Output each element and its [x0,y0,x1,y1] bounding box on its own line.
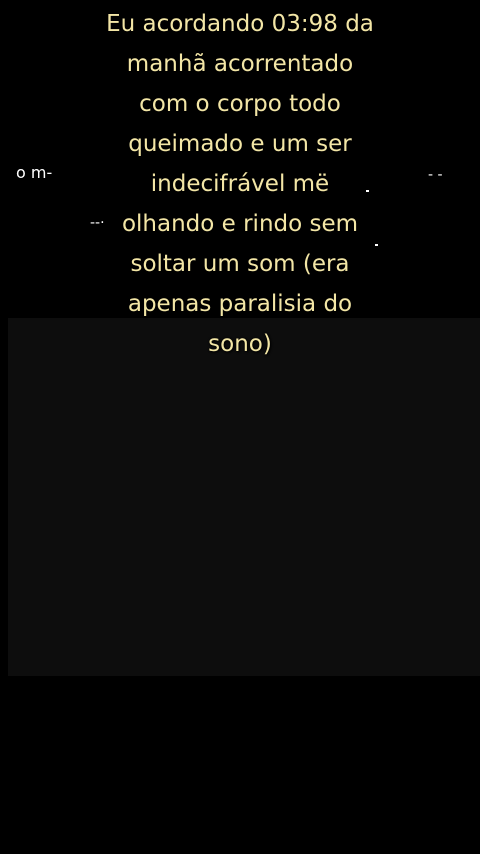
video-frame: o m‑ ‑ ‑ ‑‑· Eu acordando 03:98 da manhã… [0,0,480,854]
caption-line: manhã acorrentado [126,51,354,77]
caption-overlay: Eu acordando 03:98 da manhã acorrentado … [40,4,440,364]
caption-line: Eu acordando 03:98 da [106,11,374,37]
caption-line: olhando e rindo sem [121,211,359,237]
caption-line: queimado e um ser [128,131,352,157]
background-panel [8,318,480,676]
caption-line: indecifrável më [150,171,330,197]
caption-line: sono) [208,331,272,357]
caption-line: apenas paralisia do [127,291,353,317]
caption-line: soltar um som (era [130,251,350,277]
caption-line: com o corpo todo [139,91,341,117]
